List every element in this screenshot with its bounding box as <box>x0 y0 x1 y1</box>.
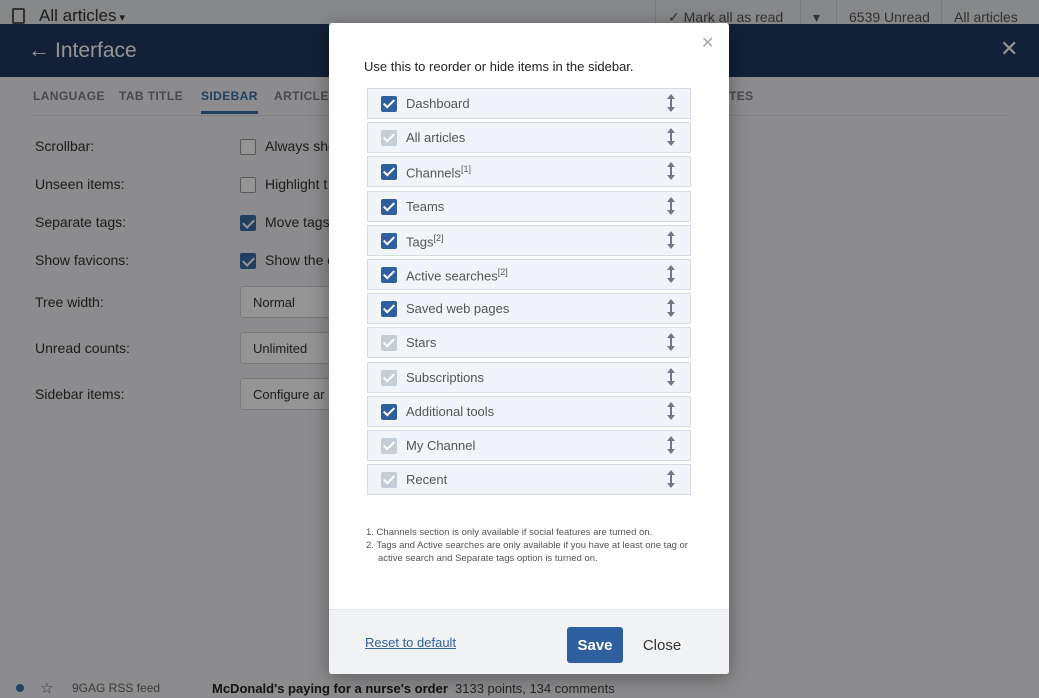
footnote-marker: [2] <box>497 266 508 277</box>
sidebar-item-label: Dashboard <box>406 96 470 111</box>
sidebar-item-checkbox[interactable] <box>381 96 397 112</box>
sidebar-item-checkbox[interactable] <box>381 301 397 318</box>
sidebar-item-row[interactable]: Saved web pages <box>367 293 691 325</box>
drag-handle-icon[interactable] <box>664 332 678 352</box>
sidebar-item-row[interactable]: Active searches[2] <box>367 258 691 290</box>
sidebar-item-label: Recent <box>406 472 448 488</box>
sidebar-item-label: Active searches[2] <box>406 266 508 284</box>
sidebar-item-label: Teams <box>406 198 445 214</box>
sidebar-item-row[interactable]: My Channel <box>367 429 691 461</box>
sidebar-item-checkbox <box>381 472 397 489</box>
sidebar-item-row[interactable]: Teams <box>367 190 691 222</box>
reset-to-default-link[interactable]: Reset to default <box>365 635 456 650</box>
footnote-marker: [1] <box>460 164 471 175</box>
sidebar-item-checkbox <box>381 130 397 147</box>
sidebar-item-row[interactable]: All articles <box>367 122 691 154</box>
sidebar-items-list: Dashboard All articles Channels[1] Teams Tag… <box>367 88 691 498</box>
drag-handle-icon[interactable] <box>664 93 678 113</box>
sidebar-item-checkbox[interactable] <box>381 266 397 283</box>
close-button[interactable]: Close <box>634 627 690 663</box>
drag-handle-icon[interactable] <box>664 469 678 489</box>
sidebar-item-label: Additional tools <box>406 403 495 419</box>
close-icon[interactable]: ✕ <box>701 33 714 53</box>
sidebar-item-checkbox[interactable] <box>381 403 397 420</box>
drag-handle-icon[interactable] <box>664 161 678 181</box>
drag-handle-icon[interactable] <box>664 298 678 318</box>
sidebar-item-label: Stars <box>406 335 437 351</box>
sidebar-item-row[interactable]: Dashboard <box>367 88 691 119</box>
drag-handle-icon[interactable] <box>664 435 678 455</box>
sidebar-item-checkbox[interactable] <box>381 232 397 249</box>
sidebar-item-row[interactable]: Additional tools <box>367 395 691 427</box>
sidebar-item-checkbox[interactable] <box>381 198 397 215</box>
sidebar-item-label: My Channel <box>406 437 476 453</box>
dialog-footer: Reset to default Save Close <box>329 609 729 674</box>
sidebar-item-row[interactable]: Channels[1] <box>367 156 691 188</box>
sidebar-item-checkbox <box>381 437 397 454</box>
drag-handle-icon[interactable] <box>664 196 678 216</box>
sidebar-item-row[interactable]: Tags[2] <box>367 224 691 256</box>
drag-handle-icon[interactable] <box>664 401 678 421</box>
drag-handle-icon[interactable] <box>664 127 678 147</box>
sidebar-item-label: All articles <box>406 130 466 146</box>
footnotes: 1. Channels section is only available if… <box>366 526 696 565</box>
footnote: 2. Tags and Active searches are only ava… <box>366 540 688 564</box>
sidebar-item-label: Channels[1] <box>406 164 471 181</box>
sidebar-item-label: Saved web pages <box>406 301 510 317</box>
sidebar-item-label: Tags[2] <box>406 232 444 250</box>
sidebar-item-row[interactable]: Subscriptions <box>367 361 691 393</box>
footnote-marker: [2] <box>433 232 444 243</box>
sidebar-item-checkbox <box>381 335 397 352</box>
sidebar-item-row[interactable]: Stars <box>367 327 691 359</box>
drag-handle-icon[interactable] <box>664 230 678 250</box>
sidebar-item-checkbox[interactable] <box>381 164 397 181</box>
drag-handle-icon[interactable] <box>664 264 678 284</box>
sidebar-item-checkbox <box>381 369 397 386</box>
sidebar-item-label: Subscriptions <box>406 369 485 385</box>
dialog-intro: Use this to reorder or hide items in the… <box>364 59 634 74</box>
sidebar-item-row[interactable]: Recent <box>367 464 691 496</box>
drag-handle-icon[interactable] <box>664 367 678 387</box>
footnote: 1. Channels section is only available if… <box>366 527 653 538</box>
save-button[interactable]: Save <box>567 627 623 663</box>
sidebar-items-dialog: ✕ Use this to reorder or hide items in t… <box>329 23 729 674</box>
